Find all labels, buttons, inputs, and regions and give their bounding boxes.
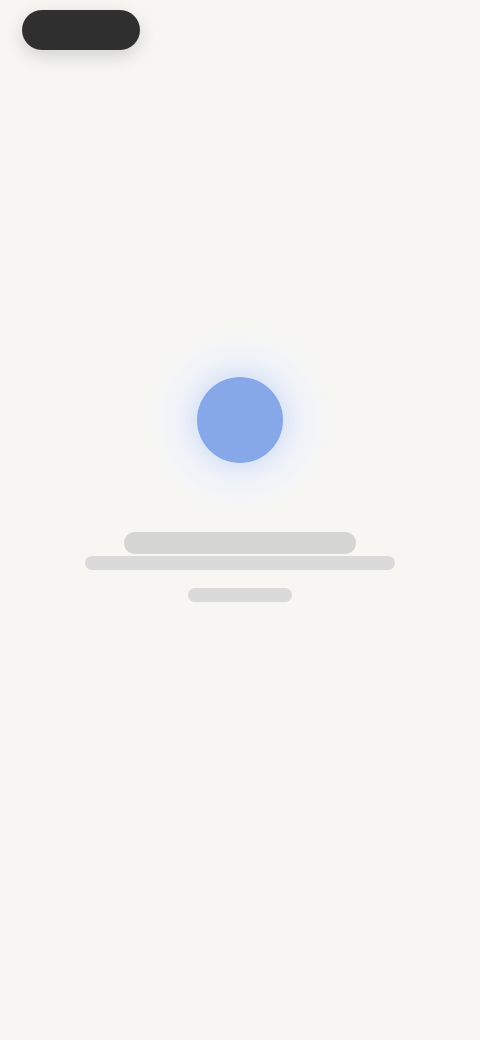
top-pill-button[interactable] (22, 10, 140, 50)
subtitle-placeholder-line-1 (85, 556, 395, 570)
subtitle-placeholder-line-2 (188, 588, 292, 602)
center-glow (140, 320, 340, 520)
center-content (0, 320, 480, 602)
title-placeholder-bar (124, 532, 356, 554)
circle-icon (197, 377, 283, 463)
screen (0, 0, 480, 1040)
